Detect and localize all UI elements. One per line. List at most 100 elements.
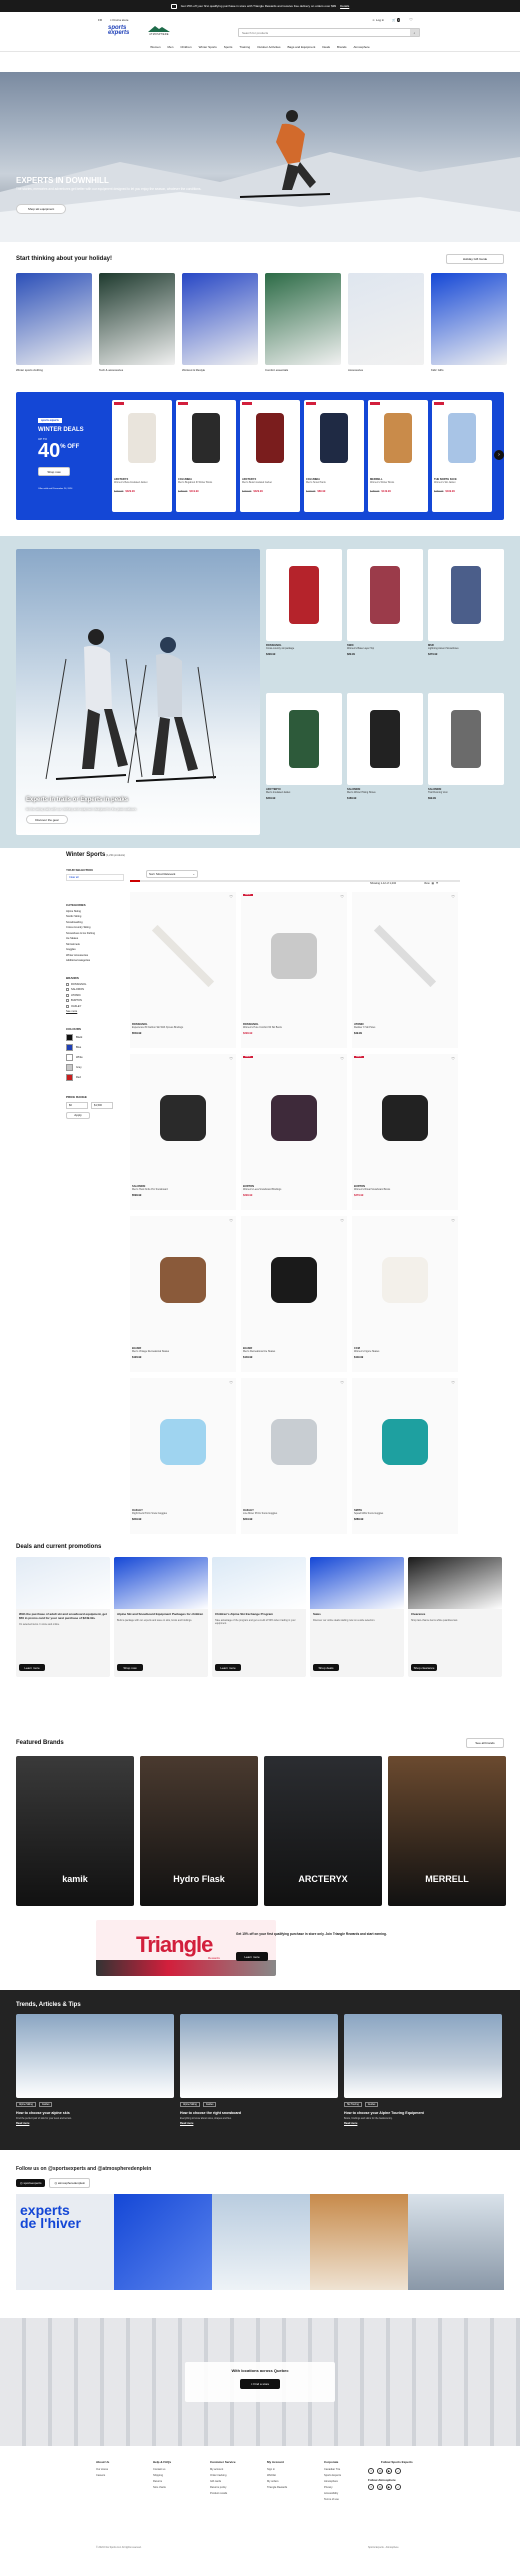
language-toggle[interactable]: FR xyxy=(98,18,102,22)
footer-link[interactable]: Atmosphere xyxy=(324,2480,369,2483)
holiday-card[interactable]: Kids' Gifts xyxy=(431,273,507,377)
article-card[interactable]: Alpine Skiing Guides How to choose your al… xyxy=(16,2014,174,2140)
deal-card[interactable]: Sales Discover our online deals starting … xyxy=(310,1557,404,1677)
footer-link[interactable]: Our stores xyxy=(96,2468,141,2471)
trails-cta-button[interactable]: Discover the gear xyxy=(26,815,68,824)
article-tag[interactable]: Guides xyxy=(202,2102,217,2107)
carousel-next-icon[interactable]: › xyxy=(494,450,504,460)
social-tile-3[interactable] xyxy=(212,2194,310,2290)
checkbox[interactable] xyxy=(66,993,69,997)
colour-swatch[interactable] xyxy=(66,1033,73,1041)
search-icon[interactable]: ⌕ xyxy=(410,29,419,36)
trail-product-card[interactable]: SWIX Women's Base Layer Top $89.99 xyxy=(347,549,423,687)
listing-product-card[interactable]: ♡ SMITH Squad MAG Snow Goggles $289.99 xyxy=(352,1378,458,1534)
social-tile-5[interactable] xyxy=(408,2194,504,2290)
colour-filter-item[interactable]: Red xyxy=(66,1073,124,1081)
facebook-icon[interactable]: f xyxy=(368,2468,374,2474)
instagram-icon[interactable]: ◎ xyxy=(377,2484,383,2490)
nav-item[interactable]: Bags and Equipment xyxy=(288,45,316,49)
product-card[interactable]: ARCTERYX Women's Beta Insulated Jacket $44… xyxy=(112,400,172,512)
atmosphere-logo[interactable]: ATMOSPHERE xyxy=(146,25,172,37)
article-tag[interactable]: Ski Touring xyxy=(344,2102,362,2107)
promo-details-link[interactable]: Details xyxy=(340,4,349,8)
footer-link[interactable]: Contact us xyxy=(153,2468,198,2471)
product-card[interactable]: ARCTERYX Men's Beta Insulated Jacket $449.… xyxy=(240,400,300,512)
category-filter-item[interactable]: Ski Helmets xyxy=(66,943,124,946)
listing-product-card[interactable]: ♡ ATOMIC Redster X Ski Poles $49.99 xyxy=(352,892,458,1048)
footer-link[interactable]: Gift cards xyxy=(210,2480,255,2483)
brands-see-more[interactable]: See more xyxy=(66,1010,124,1013)
view-toggle[interactable]: View ▦ ☰ xyxy=(424,882,438,885)
holiday-card[interactable]: Tech & accessories xyxy=(99,273,175,377)
footer-link[interactable]: Shipping xyxy=(153,2474,198,2477)
trails-hero-image[interactable]: Experts in trails or Experts in peaks Hi… xyxy=(16,549,260,835)
search-bar[interactable]: ⌕ xyxy=(238,28,420,37)
footer-link[interactable]: My account xyxy=(210,2468,255,2471)
product-card[interactable]: MERRELL Women's Winter Boots $189.99 $149.9… xyxy=(368,400,428,512)
nav-item[interactable]: Women xyxy=(150,45,160,49)
sort-dropdown[interactable]: Sort: Most Relevant ⌄ xyxy=(146,870,198,878)
nav-item[interactable]: Sports xyxy=(224,45,233,49)
wishlist-icon[interactable]: ♡ xyxy=(451,1380,455,1385)
colour-swatch[interactable] xyxy=(66,1053,73,1061)
wishlist-icon[interactable]: ♡ xyxy=(451,1056,455,1061)
sports-experts-logo[interactable]: sports experts xyxy=(108,25,140,38)
category-filter-item[interactable]: Ice Skates xyxy=(66,937,124,940)
nav-item[interactable]: Men xyxy=(168,45,174,49)
article-tag[interactable]: Alpine Skiing xyxy=(16,2102,36,2107)
listing-product-card[interactable]: ♡ CCM Women's Figure Skates $119.99 xyxy=(352,1216,458,1372)
wishlist-icon[interactable]: ♡ xyxy=(451,894,455,899)
colour-swatch[interactable] xyxy=(66,1073,73,1081)
atmosphere-handle-button[interactable]: ◎ atmospheredenplein xyxy=(49,2178,91,2188)
trail-product-card[interactable]: SALOMON Men's Winter Hiking Shoes $189.99 xyxy=(347,693,423,831)
social-tile-4[interactable] xyxy=(310,2194,408,2290)
nav-item[interactable]: Training xyxy=(239,45,250,49)
see-all-brands-button[interactable]: See all brands xyxy=(466,1738,504,1748)
article-tag[interactable]: Alpine Skiing xyxy=(180,2102,200,2107)
nav-item[interactable]: Winter Sports xyxy=(199,45,217,49)
brand-tile[interactable]: Hydro Flask xyxy=(140,1756,258,1906)
holiday-card[interactable]: Winter sports clothing xyxy=(16,273,92,377)
youtube-icon[interactable]: ▶ xyxy=(386,2484,392,2490)
footer-link[interactable]: Sign in xyxy=(267,2468,312,2471)
footer-link[interactable]: Careers xyxy=(96,2474,141,2477)
deal-cta-button[interactable]: Shop deals xyxy=(313,1664,339,1671)
footer-link[interactable]: Returns xyxy=(153,2480,198,2483)
deal-card[interactable]: With the purchase of adult ski and snowb… xyxy=(16,1557,110,1677)
wishlist-icon[interactable]: ♡ xyxy=(408,17,414,22)
instagram-icon[interactable]: ◎ xyxy=(377,2468,383,2474)
brand-tile[interactable]: kamik xyxy=(16,1756,134,1906)
holiday-guide-button[interactable]: Holiday Gift Guide xyxy=(446,254,504,264)
deal-cta-button[interactable]: Learn more xyxy=(215,1664,241,1671)
article-tag[interactable]: Guides xyxy=(38,2102,53,2107)
deal-cta-button[interactable]: Shop now xyxy=(117,1664,143,1671)
wishlist-icon[interactable]: ♡ xyxy=(229,1056,233,1061)
nav-item[interactable]: Deals xyxy=(322,45,330,49)
social-tile-text[interactable]: experts de l'hiver xyxy=(16,2194,114,2290)
list-view-icon[interactable]: ☰ xyxy=(436,882,438,885)
price-apply-button[interactable]: Apply xyxy=(66,1111,90,1119)
wishlist-icon[interactable]: ♡ xyxy=(340,1056,344,1061)
nav-item[interactable]: Brands xyxy=(337,45,347,49)
footer-link[interactable]: Sports Experts xyxy=(324,2474,369,2477)
deal-card[interactable]: Clearance Shop last-chance items while qu… xyxy=(408,1557,502,1677)
category-filter-item[interactable]: Goggles xyxy=(66,948,124,951)
colour-filter-item[interactable]: White xyxy=(66,1053,124,1061)
footer-link[interactable]: Canadian Tire xyxy=(324,2468,369,2471)
product-card[interactable]: COLUMBIA Men's Snow Pants $129.99 $89.99 xyxy=(304,400,364,512)
category-filter-item[interactable]: Cross-Country Skiing xyxy=(66,926,124,929)
checkbox[interactable] xyxy=(66,988,69,991)
category-filter-item[interactable]: Nordic Skiing xyxy=(66,915,124,918)
footer-link[interactable]: Triangle Rewards xyxy=(267,2486,312,2489)
footer-link[interactable]: Terms of use xyxy=(324,2498,369,2501)
article-card[interactable]: Ski Touring Guides How to choose your Alpi… xyxy=(344,2014,502,2140)
triangle-banner[interactable]: Triangle Rewards xyxy=(96,1920,276,1976)
article-card[interactable]: Alpine Skiing Guides How to choose the rig… xyxy=(180,2014,338,2140)
category-filter-item[interactable]: Snowshoes & Ice Fishing xyxy=(66,932,124,935)
listing-product-card[interactable]: ♡ ROSSIGNOL Experience 80 Carbon Ski With … xyxy=(130,892,236,1048)
footer-link[interactable]: Wishlist xyxy=(267,2474,312,2477)
trail-product-card[interactable]: ARC'TERYX Men's Insulated Jacket $349.99 xyxy=(266,693,342,831)
wishlist-icon[interactable]: ♡ xyxy=(340,1380,344,1385)
colour-filter-item[interactable]: Blue xyxy=(66,1043,124,1051)
trail-product-card[interactable]: ROSSIGNOL Cross-country ski package $399.9… xyxy=(266,549,342,687)
